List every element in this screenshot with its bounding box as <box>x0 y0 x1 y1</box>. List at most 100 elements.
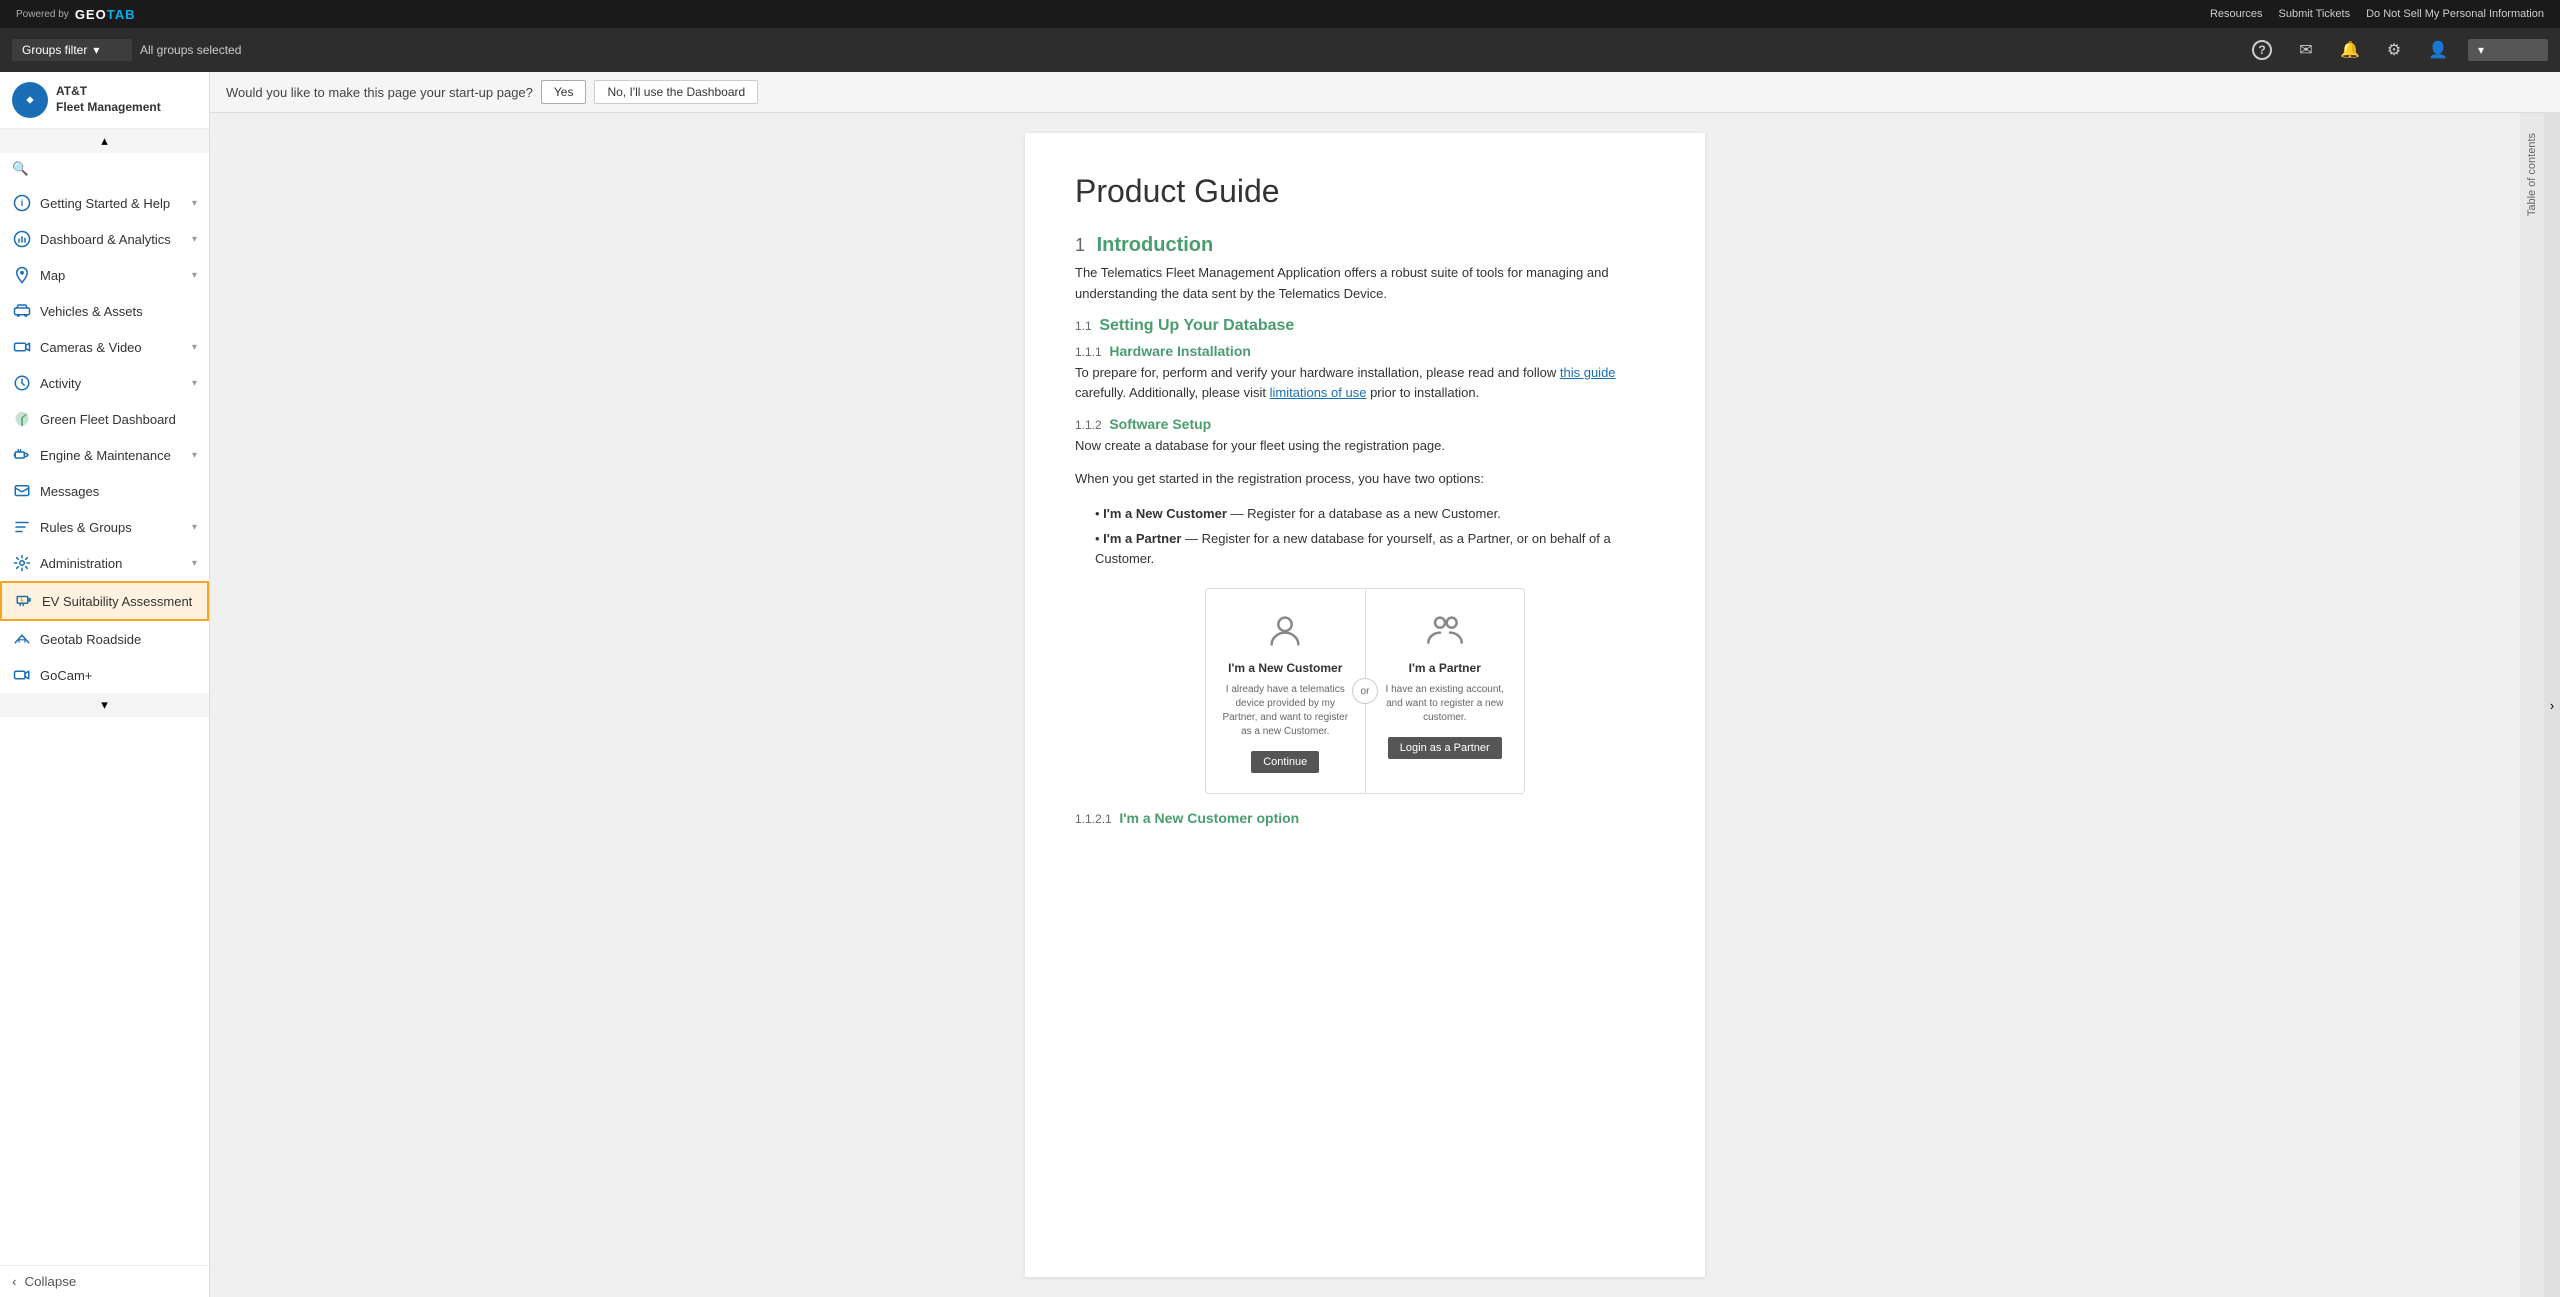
user-dropdown-button[interactable]: ▾ <box>2468 39 2548 61</box>
sidebar-item-messages[interactable]: Messages <box>0 473 209 509</box>
section-1-title: Introduction <box>1097 234 1214 256</box>
administration-icon <box>12 553 32 573</box>
gocam-icon <box>12 665 32 685</box>
green-fleet-label: Green Fleet Dashboard <box>40 412 176 427</box>
geotab-logo: GEOTAB <box>75 7 136 22</box>
settings-icon-button[interactable]: ⚙ <box>2380 36 2408 64</box>
map-icon <box>12 265 32 285</box>
new-customer-title: I'm a New Customer <box>1222 661 1349 675</box>
section-1-1-1-text: To prepare for, perform and verify your … <box>1075 363 1655 405</box>
section-1-number: 1 <box>1075 235 1085 255</box>
sidebar-item-vehicles[interactable]: Vehicles & Assets <box>0 293 209 329</box>
resources-link[interactable]: Resources <box>2210 8 2263 20</box>
collapse-icon: ‹ <box>12 1274 16 1289</box>
right-collapse-handle[interactable]: › <box>2544 113 2560 1297</box>
nav-item-left: i Getting Started & Help <box>12 193 170 213</box>
software-list: I'm a New Customer — Register for a data… <box>1075 502 1655 572</box>
scroll-up-arrow: ▴ <box>101 133 108 149</box>
gear-icon: ⚙ <box>2387 40 2401 60</box>
activity-icon <box>12 373 32 393</box>
filter-bar-actions: ? ✉ 🔔 ⚙ 👤 ▾ <box>2248 36 2548 64</box>
notification-icon-button[interactable]: 🔔 <box>2336 36 2364 64</box>
section-1-1-title: Setting Up Your Database <box>1099 317 1294 334</box>
sidebar-item-gocam[interactable]: GoCam+ <box>0 657 209 693</box>
sidebar-item-dashboard[interactable]: Dashboard & Analytics ▾ <box>0 221 209 257</box>
new-customer-desc: I already have a telematics device provi… <box>1222 683 1349 739</box>
submit-tickets-link[interactable]: Submit Tickets <box>2279 8 2351 20</box>
sidebar-item-geotab-roadside[interactable]: Geotab Roadside <box>0 621 209 657</box>
partner-button[interactable]: Login as a Partner <box>1388 737 1502 759</box>
engine-label: Engine & Maintenance <box>40 448 171 463</box>
new-customer-button[interactable]: Continue <box>1251 751 1319 773</box>
activity-chevron: ▾ <box>192 378 197 389</box>
rules-label: Rules & Groups <box>40 520 132 535</box>
toc-label: Table of contents <box>2526 133 2538 216</box>
doc-container[interactable]: Product Guide 1 Introduction The Telemat… <box>210 113 2520 1297</box>
doc-title: Product Guide <box>1075 173 1655 210</box>
section-1-1-2-1-heading: 1.1.2.1 I'm a New Customer option <box>1075 810 1655 826</box>
bullet-partner-bold: I'm a Partner <box>1103 531 1181 546</box>
messages-icon <box>12 481 32 501</box>
scroll-up-indicator: ▴ <box>0 129 209 153</box>
messages-label: Messages <box>40 484 99 499</box>
section-1-1: 1.1 Setting Up Your Database <box>1075 317 1655 335</box>
limitations-link[interactable]: limitations of use <box>1270 385 1367 400</box>
hw-text-before: To prepare for, perform and verify your … <box>1075 365 1560 380</box>
this-guide-link[interactable]: this guide <box>1560 365 1616 380</box>
doc-with-toc: Product Guide 1 Introduction The Telemat… <box>210 113 2560 1297</box>
partner-desc: I have an existing account, and want to … <box>1382 683 1509 725</box>
cameras-label: Cameras & Video <box>40 340 142 355</box>
bullet-new-customer-text: — Register for a database as a new Custo… <box>1231 506 1501 521</box>
doc-paper: Product Guide 1 Introduction The Telemat… <box>1025 133 1705 1277</box>
sidebar-item-green-fleet[interactable]: Green Fleet Dashboard <box>0 401 209 437</box>
cameras-chevron: ▾ <box>192 342 197 353</box>
scroll-down-indicator: ▾ <box>0 693 209 717</box>
section-1-1-1-number: 1.1.1 <box>1075 345 1102 359</box>
software-text1: Now create a database for your fleet usi… <box>1075 436 1655 457</box>
sidebar-item-map[interactable]: Map ▾ <box>0 257 209 293</box>
dashboard-icon <box>12 229 32 249</box>
partner-card: I'm a Partner I have an existing account… <box>1366 589 1525 793</box>
startup-yes-button[interactable]: Yes <box>541 80 587 104</box>
do-not-sell-link[interactable]: Do Not Sell My Personal Information <box>2366 8 2544 20</box>
geotab-roadside-icon <box>12 629 32 649</box>
groups-filter-button[interactable]: Groups filter ▾ <box>12 39 132 61</box>
help-icon-button[interactable]: ? <box>2248 36 2276 64</box>
sidebar-item-activity[interactable]: Activity ▾ <box>0 365 209 401</box>
section-1-1-2-title: Software Setup <box>1109 416 1211 432</box>
section-1-heading: 1 Introduction <box>1075 234 1655 257</box>
administration-chevron: ▾ <box>192 558 197 569</box>
collapse-button[interactable]: ‹ Collapse <box>0 1265 209 1297</box>
powered-by: Powered by GEOTAB <box>16 7 135 22</box>
sidebar-brand-line2: Fleet Management <box>56 100 161 116</box>
hw-text-middle: carefully. Additionally, please visit <box>1075 385 1270 400</box>
sidebar-item-ev-suitability[interactable]: EV Suitability Assessment <box>0 581 209 621</box>
top-bar-left: Powered by GEOTAB <box>16 7 135 22</box>
right-handle-arrow: › <box>2550 698 2554 713</box>
sidebar-item-cameras[interactable]: Cameras & Video ▾ <box>0 329 209 365</box>
vehicles-label: Vehicles & Assets <box>40 304 143 319</box>
geotab-logo-accent: TAB <box>107 7 136 22</box>
gocam-label: GoCam+ <box>40 668 92 683</box>
main-layout: AT&T Fleet Management ▴ 🔍 i Getting Star… <box>0 72 2560 1297</box>
bullet-new-customer: I'm a New Customer — Register for a data… <box>1095 502 1655 527</box>
user-icon-button[interactable]: 👤 <box>2424 36 2452 64</box>
sidebar-brand: AT&T Fleet Management <box>56 84 161 115</box>
section-1-1-2-heading: 1.1.2 Software Setup <box>1075 416 1655 432</box>
mail-icon-button[interactable]: ✉ <box>2292 36 2320 64</box>
search-icon: 🔍 <box>12 161 29 177</box>
section-1-1-2-1-number: 1.1.2.1 <box>1075 812 1112 826</box>
rules-chevron: ▾ <box>192 522 197 533</box>
bell-icon: 🔔 <box>2340 40 2360 60</box>
sidebar-item-administration[interactable]: Administration ▾ <box>0 545 209 581</box>
geotab-roadside-label: Geotab Roadside <box>40 632 141 647</box>
search-button[interactable]: 🔍 <box>0 153 209 185</box>
sidebar-item-engine[interactable]: Engine & Maintenance ▾ <box>0 437 209 473</box>
hw-text-after: prior to installation. <box>1370 385 1479 400</box>
startup-no-button[interactable]: No, I'll use the Dashboard <box>594 80 758 104</box>
collapse-label: Collapse <box>24 1274 76 1289</box>
sidebar-item-rules[interactable]: Rules & Groups ▾ <box>0 509 209 545</box>
or-divider: or <box>1352 678 1378 704</box>
section-1-1-1-title: Hardware Installation <box>1109 343 1251 359</box>
sidebar-item-getting-started[interactable]: i Getting Started & Help ▾ <box>0 185 209 221</box>
